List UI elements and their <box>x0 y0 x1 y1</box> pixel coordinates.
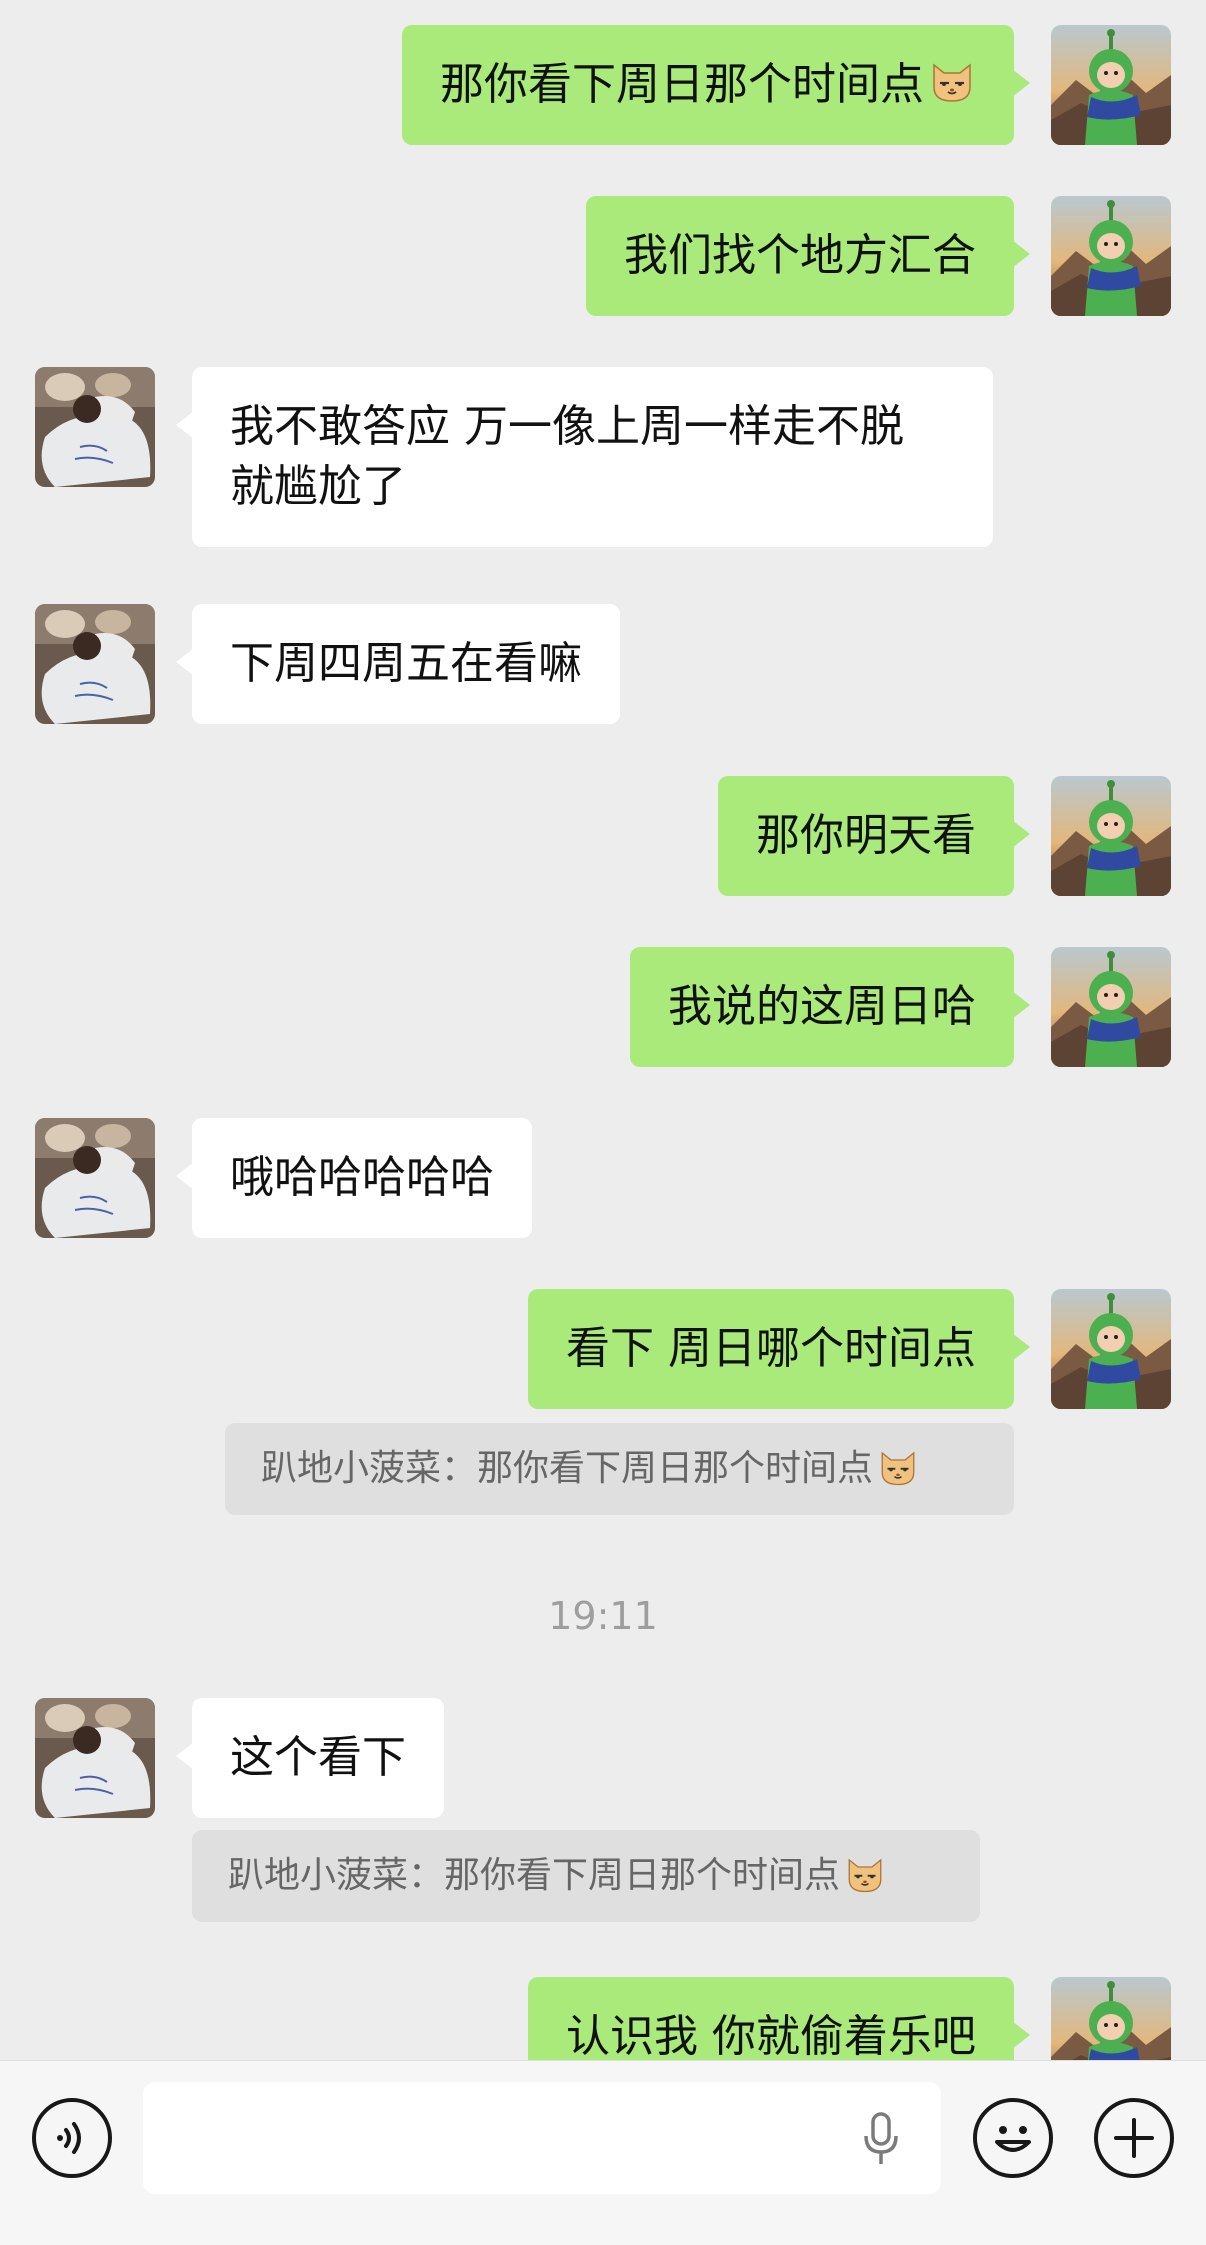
message-text: 这个看下 <box>230 1732 406 1783</box>
quoted-text: 趴地小菠菜：那你看下周日那个时间点 <box>261 1448 874 1489</box>
voice-button[interactable] <box>32 2098 112 2178</box>
voice-icon <box>57 2122 81 2154</box>
my-avatar[interactable] <box>1051 1977 1171 2060</box>
message-bubble-received[interactable]: 我不敢答应 万一像上周一样走不脱 就尴尬了 <box>176 367 993 547</box>
contact-avatar[interactable] <box>35 604 155 724</box>
message-text: 那你明天看 <box>756 810 976 861</box>
plus-button[interactable] <box>1094 2098 1174 2178</box>
message-bubble-sent[interactable]: 那你看下周日那个时间点 <box>402 25 1030 145</box>
message-row: 我说的这周日哈 <box>0 947 1206 1067</box>
message-text: 下周四周五在看嘛 <box>230 638 582 689</box>
my-avatar[interactable] <box>1051 196 1171 316</box>
message-row: 下周四周五在看嘛 <box>0 604 1206 724</box>
message-text: 哦哈哈哈哈哈 <box>230 1152 494 1203</box>
quoted-text: 趴地小菠菜：那你看下周日那个时间点 <box>228 1855 841 1896</box>
my-avatar[interactable] <box>1051 25 1171 145</box>
message-row: 我们找个地方汇合 <box>0 196 1206 316</box>
message-text-line-1: 我不敢答应 万一像上周一样走不脱 <box>230 401 904 452</box>
contact-avatar[interactable] <box>35 367 155 487</box>
contact-avatar[interactable] <box>35 1698 155 1818</box>
message-text: 那你看下周日那个时间点 <box>440 59 924 110</box>
my-avatar[interactable] <box>1051 1289 1171 1409</box>
message-text: 我说的这周日哈 <box>668 981 976 1032</box>
microphone-icon[interactable] <box>861 2112 901 2168</box>
plus-icon <box>1114 2118 1154 2158</box>
cat-face-emoji <box>928 57 976 105</box>
quoted-message[interactable]: 趴地小菠菜：那你看下周日那个时间点 <box>192 1830 980 1922</box>
message-row: 那你看下周日那个时间点 <box>0 25 1206 145</box>
emoji-icon <box>995 2126 1031 2152</box>
message-text: 认识我 你就偷着乐吧 <box>566 2011 976 2060</box>
chat-message-list[interactable]: 那你看下周日那个时间点 我们找个地方汇合 我不敢答应 万一像上周一样走不脱 就尴… <box>0 0 1206 2060</box>
message-bubble-sent[interactable]: 我们找个地方汇合 <box>586 196 1030 316</box>
message-bubble-received[interactable]: 下周四周五在看嘛 <box>176 604 620 724</box>
message-row: 看下 周日哪个时间点 趴地小菠菜：那你看下周日那个时间点 <box>0 1289 1206 1519</box>
message-row: 那你明天看 <box>0 776 1206 896</box>
message-row: 认识我 你就偷着乐吧 <box>0 1977 1206 2060</box>
message-row: 哦哈哈哈哈哈 <box>0 1118 1206 1238</box>
message-text: 我们找个地方汇合 <box>624 230 976 281</box>
timestamp: 19:11 <box>548 1594 658 1638</box>
quoted-message[interactable]: 趴地小菠菜：那你看下周日那个时间点 <box>225 1423 1014 1515</box>
message-bubble-received[interactable]: 哦哈哈哈哈哈 <box>176 1118 532 1238</box>
message-bubble-sent[interactable]: 认识我 你就偷着乐吧 <box>528 1977 1030 2060</box>
cat-face-emoji <box>877 1446 919 1488</box>
message-bubble-sent[interactable]: 看下 周日哪个时间点 <box>528 1289 1030 1409</box>
message-bubble-received[interactable]: 这个看下 <box>176 1698 444 1818</box>
input-bar <box>0 2060 1206 2245</box>
message-input[interactable] <box>143 2082 941 2194</box>
message-row: 这个看下 趴地小菠菜：那你看下周日那个时间点 <box>0 1698 1206 1928</box>
message-text: 看下 周日哪个时间点 <box>566 1323 976 1374</box>
emoji-button[interactable] <box>973 2098 1053 2178</box>
contact-avatar[interactable] <box>35 1118 155 1238</box>
cat-face-emoji <box>844 1853 886 1895</box>
message-bubble-sent[interactable]: 那你明天看 <box>718 776 1030 896</box>
message-bubble-sent[interactable]: 我说的这周日哈 <box>630 947 1030 1067</box>
my-avatar[interactable] <box>1051 947 1171 1067</box>
message-text-line-2: 就尴尬了 <box>230 461 406 512</box>
my-avatar[interactable] <box>1051 776 1171 896</box>
message-row: 我不敢答应 万一像上周一样走不脱 就尴尬了 <box>0 367 1206 553</box>
